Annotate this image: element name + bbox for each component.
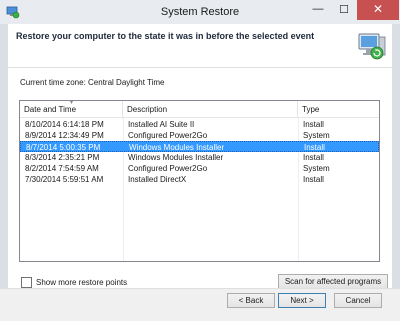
maximize-icon: ☐ xyxy=(339,4,349,16)
column-header-description-label: Description xyxy=(127,105,168,114)
row-description: Configured Power2Go xyxy=(128,131,208,140)
row-description: Configured Power2Go xyxy=(128,164,208,173)
row-date: 8/2/2014 7:54:59 AM xyxy=(25,164,99,173)
back-button[interactable]: < Back xyxy=(227,293,275,308)
row-type: System xyxy=(303,164,330,173)
row-description: Installed AI Suite II xyxy=(128,120,195,129)
sort-chevron-icon: ▾ xyxy=(70,100,74,106)
row-description: Windows Modules Installer xyxy=(128,153,224,162)
table-row[interactable]: 8/10/2014 6:14:18 PM Installed AI Suite … xyxy=(20,119,379,130)
show-more-checkbox[interactable] xyxy=(21,277,32,288)
table-row[interactable]: 8/2/2014 7:54:59 AM Configured Power2Go … xyxy=(20,163,379,174)
row-date: 8/3/2014 2:35:21 PM xyxy=(25,153,100,162)
cancel-button[interactable]: Cancel xyxy=(334,293,382,308)
row-type: Install xyxy=(303,153,324,162)
close-icon: ✕ xyxy=(372,2,384,16)
list-header: Date and Time ▾ Description Type xyxy=(20,100,379,118)
restore-points-list[interactable]: Date and Time ▾ Description Type 8/10/20… xyxy=(19,100,380,262)
table-row[interactable]: 7/30/2014 5:59:51 AM Installed DirectX I… xyxy=(20,174,379,185)
column-header-date[interactable]: Date and Time ▾ xyxy=(20,100,123,118)
row-date: 8/9/2014 12:34:49 PM xyxy=(25,131,104,140)
dialog-header: Restore your computer to the state it wa… xyxy=(8,24,392,68)
row-type: System xyxy=(303,131,330,140)
column-header-type[interactable]: Type xyxy=(298,101,379,118)
dialog-content: Restore your computer to the state it wa… xyxy=(8,24,392,289)
row-description: Installed DirectX xyxy=(128,175,187,184)
show-more-label[interactable]: Show more restore points xyxy=(36,278,127,287)
timezone-label: Current time zone: Central Daylight Time xyxy=(20,78,165,87)
row-type: Install xyxy=(303,175,324,184)
table-row[interactable]: 8/9/2014 12:34:49 PM Configured Power2Go… xyxy=(20,130,379,141)
minimize-button[interactable]: — xyxy=(305,0,331,20)
table-row-selected[interactable]: 8/7/2014 5:00:35 PM Windows Modules Inst… xyxy=(20,141,379,152)
column-header-date-label: Date and Time xyxy=(24,105,77,114)
row-type: Install xyxy=(303,120,324,129)
row-date: 8/10/2014 6:14:18 PM xyxy=(25,120,104,129)
column-header-description[interactable]: Description xyxy=(123,101,298,118)
scan-affected-programs-button[interactable]: Scan for affected programs xyxy=(278,274,388,289)
list-body: 8/10/2014 6:14:18 PM Installed AI Suite … xyxy=(20,119,379,185)
restore-computer-icon xyxy=(358,33,386,60)
column-header-type-label: Type xyxy=(302,105,320,114)
close-button[interactable]: ✕ xyxy=(357,0,399,20)
title-bar[interactable]: System Restore — ☐ ✕ xyxy=(0,0,400,24)
header-instruction: Restore your computer to the state it wa… xyxy=(16,31,315,41)
table-row[interactable]: 8/3/2014 2:35:21 PM Windows Modules Inst… xyxy=(20,152,379,163)
minimize-icon: — xyxy=(312,3,324,15)
row-date: 7/30/2014 5:59:51 AM xyxy=(25,175,104,184)
next-button[interactable]: Next > xyxy=(278,293,326,308)
system-restore-window: System Restore — ☐ ✕ Restore your comput… xyxy=(0,0,400,321)
maximize-button[interactable]: ☐ xyxy=(331,0,357,20)
